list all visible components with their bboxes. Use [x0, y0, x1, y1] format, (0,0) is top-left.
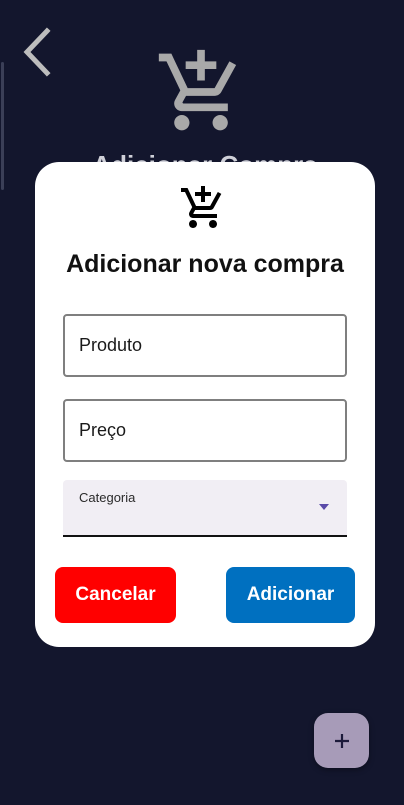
add-purchase-dialog: Adicionar nova compra Categoria Cancelar… [35, 162, 375, 647]
dialog-title: Adicionar nova compra [66, 250, 344, 278]
produto-input[interactable] [65, 316, 345, 375]
add-shopping-cart-icon [181, 186, 222, 228]
add-shopping-cart-icon [158, 49, 237, 131]
add-fab-button[interactable] [314, 713, 369, 768]
chevron-left-icon [23, 27, 51, 77]
produto-field[interactable] [63, 314, 347, 377]
plus-icon [334, 733, 349, 748]
preco-field[interactable] [63, 399, 347, 462]
preco-input[interactable] [65, 401, 345, 460]
back-button[interactable] [14, 24, 58, 80]
dropdown-arrow-icon[interactable] [319, 504, 329, 510]
add-button[interactable]: Adicionar [226, 567, 355, 623]
cancel-button[interactable]: Cancelar [55, 567, 176, 623]
categoria-label: Categoria [79, 490, 136, 505]
categoria-select[interactable]: Categoria [63, 480, 347, 537]
side-scroll-indicator [1, 62, 4, 190]
